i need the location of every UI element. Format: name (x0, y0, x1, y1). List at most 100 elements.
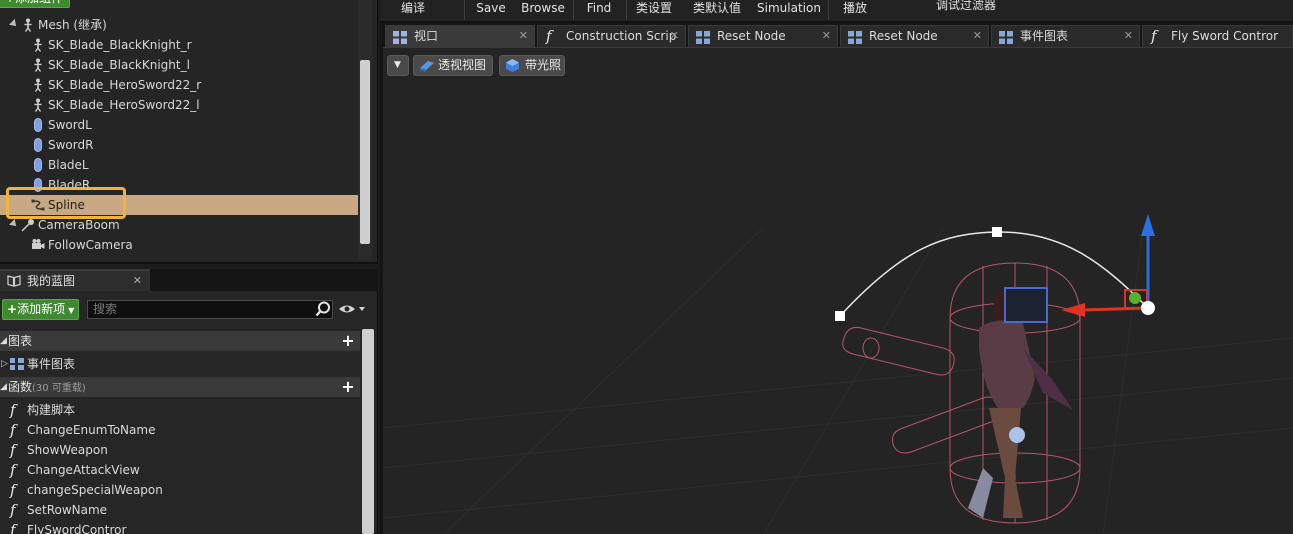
components-scrollbar-thumb[interactable] (360, 60, 370, 244)
function-item[interactable]: f ChangeAttackView (0, 460, 360, 480)
tree-item[interactable]: FollowCamera (0, 235, 358, 255)
tree-item[interactable]: SwordR (0, 135, 358, 155)
function-icon: f (10, 421, 16, 439)
collapse-icon[interactable]: ◢ (0, 377, 7, 397)
blueprint-search-input[interactable]: 搜索 (87, 300, 333, 319)
document-tab[interactable]: Reset Node ✕ (840, 25, 989, 47)
close-icon[interactable]: ✕ (670, 26, 679, 46)
search-icon[interactable] (315, 301, 331, 317)
document-tab[interactable]: 事件图表 ✕ (991, 25, 1140, 47)
tree-item[interactable]: SK_Blade_HeroSword22_r (0, 75, 358, 95)
play-button[interactable]: 播放 (834, 0, 876, 20)
book-icon (7, 275, 21, 287)
function-item[interactable]: f ChangeEnumToName (0, 420, 360, 440)
my-blueprint-tabbar: 我的蓝图 ✕ (0, 269, 378, 291)
spring-arm-icon (21, 218, 35, 232)
viewport[interactable]: ▼ 透视视图 带光照 (383, 47, 1293, 534)
skeletal-mesh-icon (31, 78, 45, 92)
document-tab[interactable]: f Construction Scrip ✕ (537, 25, 686, 47)
camera-icon (31, 238, 45, 252)
tree-item[interactable]: Mesh (继承) (0, 15, 358, 35)
toolbar-divider (828, 0, 829, 20)
document-tab-label: Reset Node (869, 29, 938, 43)
function-item[interactable]: f changeSpecialWeapon (0, 480, 360, 500)
tree-item[interactable]: BladeL (0, 155, 358, 175)
document-tab-label: 视口 (414, 29, 439, 43)
eye-icon[interactable] (338, 303, 366, 315)
spline-point[interactable] (992, 227, 1002, 237)
expand-icon[interactable]: ▷ (1, 354, 8, 374)
lit-sphere-icon (506, 59, 519, 72)
tree-item[interactable]: SK_Blade_BlackKnight_l (0, 55, 358, 75)
tree-expander-icon[interactable] (9, 219, 19, 229)
add-new-button[interactable]: +添加新项 ▼ (2, 299, 80, 320)
my-blueprint-panel: +添加新项 ▼ 搜索 ◢ 图表 + ▷ 事件图表 ◢ 函数(30 可重载) + … (0, 291, 378, 534)
tree-item-label: SK_Blade_BlackKnight_l (48, 58, 190, 72)
tree-item-label: Mesh (继承) (38, 18, 107, 32)
document-tab[interactable]: f Fly Sword Contror (1142, 25, 1293, 47)
toolbar-divider (464, 0, 465, 20)
function-icon: f (1151, 27, 1157, 45)
close-icon[interactable]: ✕ (973, 26, 982, 46)
capsule-icon (31, 118, 45, 132)
compile-button[interactable]: 编译 (384, 0, 442, 20)
collapse-icon[interactable]: ◢ (0, 331, 7, 351)
chevron-down-icon: ▼ (68, 306, 75, 315)
function-item[interactable]: f SetRowName (0, 500, 360, 520)
add-graph-button[interactable]: + (340, 333, 356, 349)
add-function-button[interactable]: + (340, 379, 356, 395)
tab-my-blueprint[interactable]: 我的蓝图 ✕ (0, 269, 150, 291)
lit-mode-button[interactable]: 带光照 (499, 55, 565, 76)
function-item[interactable]: f FlySwordContror (0, 520, 360, 534)
tree-item-label: SK_Blade_HeroSword22_r (48, 78, 202, 92)
browse-button[interactable]: Browse (518, 0, 568, 20)
perspective-view-button[interactable]: 透视视图 (413, 55, 493, 76)
close-icon[interactable]: ✕ (133, 271, 142, 291)
graph-icon (10, 358, 24, 370)
floor-grid (383, 227, 1293, 534)
graphs-header-label: 图表 (8, 334, 33, 348)
function-icon: f (546, 27, 552, 45)
capsule-icon (31, 158, 45, 172)
save-button[interactable]: Save (470, 0, 512, 20)
close-icon[interactable]: ✕ (822, 26, 831, 46)
class-defaults-button[interactable]: 类默认值 (686, 0, 748, 20)
construction-script-icon: f (10, 401, 16, 419)
debug-filter-label: 调试过滤器 (935, 0, 996, 12)
tree-expander-icon[interactable] (9, 19, 19, 29)
tree-item-label: BladeL (48, 158, 89, 172)
tree-item[interactable]: SK_Blade_BlackKnight_r (0, 35, 358, 55)
blueprint-scrollbar-thumb[interactable] (362, 329, 374, 534)
skeletal-mesh-icon (21, 18, 35, 32)
viewport-scene[interactable] (383, 48, 1293, 534)
plus-icon: + (7, 302, 18, 316)
viewport-options-button[interactable]: ▼ (387, 55, 409, 76)
function-icon: f (10, 501, 16, 519)
function-item[interactable]: f ShowWeapon (0, 440, 360, 460)
skeletal-mesh-icon (31, 58, 45, 72)
simulation-button[interactable]: Simulation (756, 0, 822, 20)
main-toolbar: 编译 Save Browse Find 类设置 类默认值 Simulation … (380, 0, 1293, 22)
components-panel: +添加组件 搜索 Mesh (继承) SK_Blade_BlackKnight_r… (0, 0, 378, 264)
close-icon[interactable]: ✕ (519, 26, 528, 46)
graph-icon (999, 30, 1013, 44)
perspective-icon (420, 61, 434, 72)
functions-header-label: 函数 (8, 380, 33, 394)
spline-highlight-box (6, 187, 126, 219)
graphs-section-header[interactable]: ◢ 图表 + (0, 331, 360, 351)
event-graph-item[interactable]: ▷ 事件图表 (0, 354, 360, 374)
class-settings-button[interactable]: 类设置 (632, 0, 676, 20)
add-component-button[interactable]: +添加组件 (0, 0, 71, 8)
functions-section-header[interactable]: ◢ 函数(30 可重载) + (0, 377, 360, 397)
find-button[interactable]: Find (578, 0, 620, 20)
spline-point[interactable] (835, 311, 845, 321)
function-item[interactable]: f 构建脚本 (0, 400, 360, 420)
function-icon: f (10, 481, 16, 499)
document-tab[interactable]: Reset Node ✕ (688, 25, 838, 47)
document-tab[interactable]: 视口 ✕ (385, 25, 535, 47)
tree-item[interactable]: SwordL (0, 115, 358, 135)
tree-item[interactable]: SK_Blade_HeroSword22_l (0, 95, 358, 115)
close-icon[interactable]: ✕ (1124, 26, 1133, 46)
tree-item-label: SK_Blade_BlackKnight_r (48, 38, 192, 52)
toolbar-divider (573, 0, 574, 20)
